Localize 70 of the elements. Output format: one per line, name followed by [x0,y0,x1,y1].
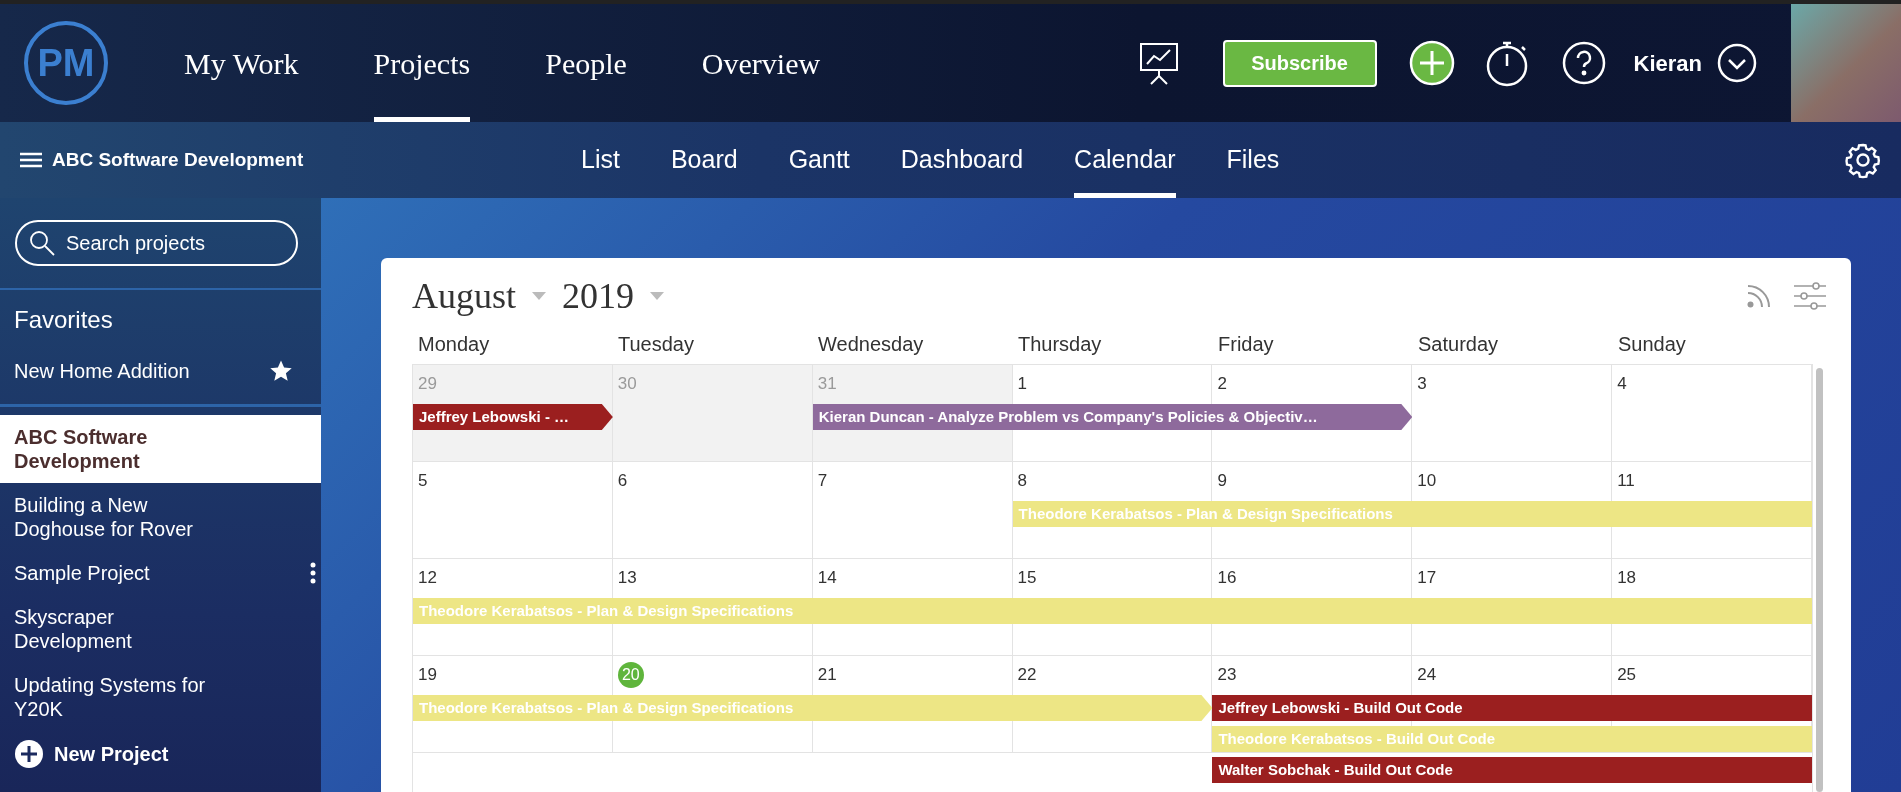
nav-tab[interactable]: My Work [184,4,299,122]
day-number[interactable]: 21 [817,665,837,684]
day-number[interactable]: 1 [1017,374,1028,393]
menu-icon[interactable] [20,152,42,168]
project-tab[interactable]: List [581,122,620,198]
favorites-heading: Favorites [13,305,114,335]
day-number[interactable]: 22 [1017,665,1037,684]
user-name[interactable]: Kieran [1633,46,1702,80]
add-icon[interactable] [1408,40,1455,86]
day-number[interactable]: 4 [1617,374,1627,393]
favorite-project[interactable]: New Home Addition [14,356,190,386]
day-number[interactable]: 7 [817,471,828,490]
day-number[interactable]: 3 [1417,374,1427,393]
day-number[interactable]: 17 [1417,568,1437,587]
day-number[interactable]: 2 [1217,374,1227,393]
add-icon[interactable] [14,739,44,769]
day-number[interactable]: 10 [1417,471,1437,490]
new-project-link[interactable]: New Project [54,739,169,769]
month-selector[interactable]: August [412,269,516,323]
day-number[interactable]: 9 [1217,471,1227,490]
project-title: ABC Software Development [52,147,304,172]
settings-icon[interactable] [1844,141,1882,179]
event-bar[interactable]: Walter Sobchak - Build Out Code [1212,757,1812,783]
more-options-icon[interactable] [310,562,316,584]
presentation-chart-icon[interactable] [1138,41,1179,85]
project-item[interactable]: ABC Software Development [0,415,321,483]
chevron-down-icon[interactable] [1716,42,1758,84]
weekday-header: Monday [417,332,491,357]
star-icon[interactable] [269,359,293,383]
weekday-header: Saturday [1417,332,1500,357]
weekday-header: Sunday [1617,332,1687,357]
project-item[interactable]: Sample Project [0,551,310,595]
nav-tab[interactable]: Overview [701,4,821,122]
year-selector[interactable]: 2019 [562,269,634,323]
filter-sliders-icon[interactable] [1794,282,1826,310]
search-icon [28,229,56,257]
weekday-header: Wednesday [817,332,925,357]
day-number[interactable]: 16 [1217,568,1237,587]
event-bar[interactable]: Jeffrey Lebowski - Build Out Code [1212,695,1812,721]
day-number[interactable]: 19 [418,665,437,684]
logo[interactable]: PM [24,21,108,105]
day-number[interactable]: 24 [1417,665,1437,684]
day-number[interactable]: 14 [817,568,837,587]
day-number[interactable]: 13 [617,568,637,587]
day-number[interactable]: 6 [617,471,628,490]
project-item[interactable]: Skyscraper Development [0,595,321,663]
day-number[interactable]: 11 [1617,471,1635,490]
project-tab[interactable]: Files [1226,122,1280,198]
project-tab[interactable]: Dashboard [900,122,1024,198]
day-number[interactable]: 5 [418,471,428,490]
event-bar[interactable]: Kieran Duncan - Analyze Problem vs Company's Policies & Objectiv… [812,404,1413,430]
project-tab[interactable]: Board [670,122,738,198]
event-bar[interactable]: Jeffrey Lebowski - … [413,404,613,430]
day-number[interactable]: 23 [1217,665,1237,684]
help-icon[interactable] [1560,40,1607,86]
weekday-header: Friday [1217,332,1275,357]
feed-icon[interactable] [1746,283,1772,309]
search-field[interactable]: Search projects [15,220,298,266]
weekday-header: Thursday [1017,332,1103,357]
day-number[interactable]: 12 [418,568,437,587]
project-tab[interactable]: Gantt [788,122,850,198]
project-item[interactable]: Updating Systems for Y20K [0,663,321,731]
day-number[interactable]: 18 [1617,568,1637,587]
project-item[interactable]: Building a New Doghouse for Rover [0,483,321,551]
day-number[interactable]: 25 [1617,665,1637,684]
nav-tab[interactable]: People [545,4,627,122]
day-number[interactable]: 15 [1017,568,1037,587]
scrollbar[interactable] [1812,364,1826,792]
weekday-header: Tuesday [617,332,695,357]
day-number[interactable]: 8 [1017,471,1028,490]
